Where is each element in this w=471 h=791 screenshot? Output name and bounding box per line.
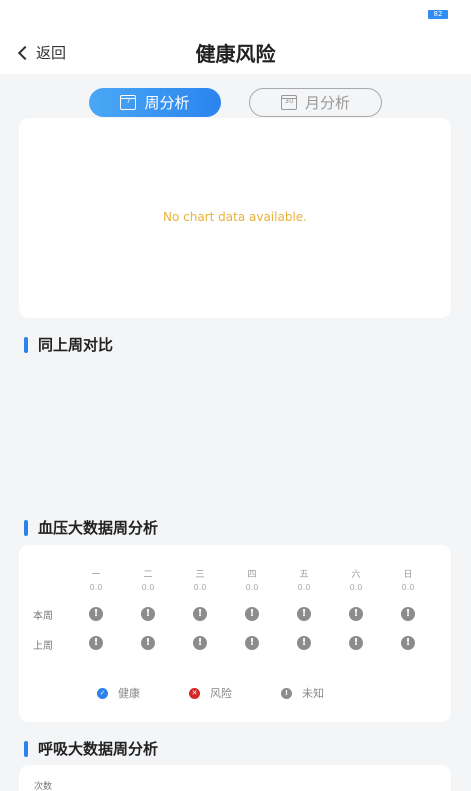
day-column-header: 一 0.0 — [81, 567, 111, 592]
status-unknown-icon: ! — [349, 607, 363, 621]
respiration-card: 次数 — [19, 765, 451, 791]
section-accent-bar — [24, 740, 28, 757]
day-column-header: 三 0.0 — [185, 567, 215, 592]
legend-healthy: ✓ 健康 — [97, 685, 140, 701]
tab-month-analysis[interactable]: 30 月分析 — [249, 88, 382, 117]
legend-label: 风险 — [210, 687, 232, 700]
status-unknown-icon: ! — [245, 636, 259, 650]
status-unknown-icon: ! — [297, 636, 311, 650]
legend-label: 健康 — [118, 687, 140, 700]
nav-bar: 返回 健康风险 — [0, 28, 471, 74]
tab-label: 周分析 — [144, 94, 190, 112]
check-circle-icon: ✓ — [97, 687, 108, 699]
risk-chart-card: No chart data available. — [19, 118, 451, 318]
day-name: 日 — [403, 570, 413, 580]
section-accent-bar — [24, 336, 28, 353]
section-title: 呼吸大数据周分析 — [38, 740, 159, 758]
battery-icon: 82 — [428, 10, 448, 19]
status-unknown-icon: ! — [89, 607, 103, 621]
tab-label: 月分析 — [304, 94, 350, 112]
status-unknown-icon: ! — [141, 636, 155, 650]
row-label-last-week: 上周 — [33, 641, 53, 652]
day-value: 0.0 — [89, 583, 103, 592]
section-compare: 同上周对比 — [24, 334, 113, 355]
y-axis-label: 次数 — [34, 782, 53, 791]
status-legend: ✓ 健康 ✕ 风险 ! 未知 — [19, 685, 451, 701]
exclamation-circle-icon: ! — [281, 687, 292, 699]
day-value: 0.0 — [245, 583, 259, 592]
status-unknown-icon: ! — [401, 636, 415, 650]
section-title: 血压大数据周分析 — [38, 519, 159, 537]
legend-unknown: ! 未知 — [281, 685, 324, 701]
status-unknown-icon: ! — [349, 636, 363, 650]
status-unknown-icon: ! — [89, 636, 103, 650]
section-respiration: 呼吸大数据周分析 — [24, 738, 158, 759]
day-name: 三 — [195, 570, 205, 580]
status-bar: 82 — [0, 0, 471, 28]
status-unknown-icon: ! — [297, 607, 311, 621]
analysis-tabs: 7 周分析 30 月分析 — [0, 88, 471, 118]
empty-chart-message: No chart data available. — [163, 210, 307, 224]
day-column-header: 日 0.0 — [393, 567, 423, 592]
day-name: 二 — [143, 570, 153, 580]
day-value: 0.0 — [193, 583, 207, 592]
status-unknown-icon: ! — [245, 607, 259, 621]
calendar-icon: 7 — [120, 95, 137, 110]
legend-risk: ✕ 风险 — [189, 685, 232, 701]
row-label-this-week: 本周 — [33, 611, 53, 622]
day-column-header: 五 0.0 — [289, 567, 319, 592]
section-title: 同上周对比 — [38, 336, 114, 354]
page-title: 健康风险 — [195, 42, 276, 66]
day-column-header: 六 0.0 — [341, 567, 371, 592]
day-name: 六 — [351, 570, 361, 580]
day-name: 四 — [247, 570, 257, 580]
blood-pressure-card: 本周 上周 ✓ 健康 ✕ 风险 ! 未知 一 0.0 二 0.0 三 0.0 四 0.0 五 0.… — [19, 545, 451, 722]
tab-week-analysis[interactable]: 7 周分析 — [89, 88, 221, 117]
status-unknown-icon: ! — [401, 607, 415, 621]
status-unknown-icon: ! — [193, 636, 207, 650]
calendar-icon: 30 — [280, 95, 297, 110]
day-value: 0.0 — [349, 583, 363, 592]
status-unknown-icon: ! — [193, 607, 207, 621]
day-value: 0.0 — [401, 583, 415, 592]
day-value: 0.0 — [141, 583, 155, 592]
cross-circle-icon: ✕ — [189, 687, 200, 699]
day-name: 一 — [91, 570, 101, 580]
section-blood-pressure: 血压大数据周分析 — [24, 517, 158, 538]
day-column-header: 四 0.0 — [237, 567, 267, 592]
day-name: 五 — [299, 570, 309, 580]
day-value: 0.0 — [297, 583, 311, 592]
status-unknown-icon: ! — [141, 607, 155, 621]
section-accent-bar — [24, 519, 28, 536]
legend-label: 未知 — [302, 687, 324, 700]
day-column-header: 二 0.0 — [133, 567, 163, 592]
